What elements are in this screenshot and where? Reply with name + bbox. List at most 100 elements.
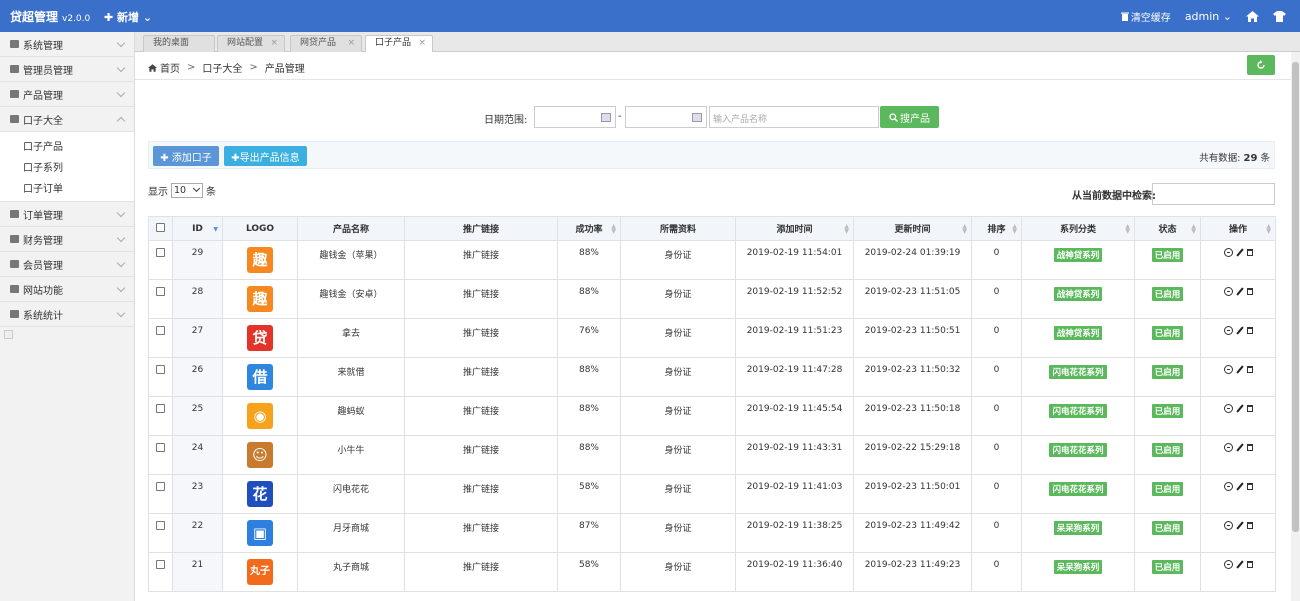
sidebar-item-members[interactable]: 会员管理 [0,252,134,277]
delete-icon[interactable] [1246,288,1253,295]
sidebar-subitem-kouzi-series[interactable]: 口子系列 [0,156,134,177]
delete-icon[interactable] [1246,561,1253,568]
delete-icon[interactable] [1246,522,1253,529]
row-checkbox[interactable] [156,404,165,413]
status-badge[interactable]: 已启用 [1151,404,1184,418]
skin-button[interactable] [1273,10,1286,22]
page-scrollbar[interactable] [1291,52,1300,601]
clear-cache-button[interactable]: 清空缓存 [1120,9,1171,24]
tab-site-config[interactable]: 网站配置 × [217,35,285,52]
page-length-select[interactable]: 10 [171,183,203,198]
promo-link[interactable]: 推广链接 [404,357,558,397]
promo-link[interactable]: 推广链接 [404,474,558,514]
disable-icon[interactable] [1223,365,1233,374]
sidebar-item-system[interactable]: 系统管理 [0,32,134,57]
edit-icon[interactable] [1235,287,1244,296]
export-button[interactable]: ✚导出产品信息 [224,146,307,166]
close-icon[interactable]: × [270,36,278,51]
breadcrumb-home[interactable]: 首页 [160,60,180,75]
row-checkbox[interactable] [156,287,165,296]
new-menu-button[interactable]: ✚ 新增 ⌄ [104,9,152,25]
delete-icon[interactable] [1246,366,1253,373]
promo-link[interactable]: 推广链接 [404,435,558,475]
sidebar-item-products[interactable]: 产品管理 [0,82,134,107]
table-row[interactable]: 26 借来就借 推广链接 88% 身份证 2019-02-19 11:47:28 2019-… [148,357,1276,397]
disable-icon[interactable] [1223,404,1233,413]
column-header[interactable]: ID ▼ [172,216,223,241]
breadcrumb-level1[interactable]: 口子大全 [202,60,242,75]
status-badge[interactable]: 已启用 [1151,521,1184,535]
select-all-checkbox[interactable] [156,223,165,232]
status-badge[interactable]: 已启用 [1151,287,1184,301]
admin-menu[interactable]: admin ⌄ [1185,10,1232,23]
row-checkbox[interactable] [156,248,165,257]
disable-icon[interactable] [1223,560,1233,569]
table-row[interactable]: 24 ☺ 小牛牛 推广链接 88% 身份证 2019-02-19 11:43:31 2019-… [148,435,1276,475]
disable-icon[interactable] [1223,443,1233,452]
promo-link[interactable]: 推广链接 [404,513,558,553]
status-badge[interactable]: 已启用 [1151,365,1184,379]
table-row[interactable]: 21 丸子 丸子商城 推广链接 58% 身份证 2019-02-19 11:36:40 201… [148,552,1276,592]
table-row[interactable]: 25 ◉ 趣蚂蚁 推广链接 88% 身份证 2019-02-19 11:45:54 2019-… [148,396,1276,436]
column-header[interactable]: 操作 ▲ ▼ [1200,216,1276,241]
date-end-input[interactable] [625,106,707,128]
row-checkbox[interactable] [156,560,165,569]
edit-icon[interactable] [1235,326,1244,335]
delete-icon[interactable] [1246,327,1253,334]
status-badge[interactable]: 已启用 [1151,560,1184,574]
sidebar-subitem-kouzi-products[interactable]: 口子产品 [0,135,134,156]
filter-input[interactable] [1152,183,1275,205]
promo-link[interactable]: 推广链接 [404,279,558,319]
disable-icon[interactable] [1223,326,1233,335]
delete-icon[interactable] [1246,249,1253,256]
edit-icon[interactable] [1235,404,1244,413]
promo-link[interactable]: 推广链接 [404,552,558,592]
tab-desktop[interactable]: 我的桌面 [143,35,215,52]
table-row[interactable]: 28 趣趣钱金（安卓） 推广链接 88% 身份证 2019-02-19 11:52:52 2… [148,279,1276,319]
edit-icon[interactable] [1235,248,1244,257]
table-row[interactable]: 22 ▣ 月牙商城 推广链接 87% 身份证 2019-02-19 11:38:25 2019… [148,513,1276,553]
edit-icon[interactable] [1235,482,1244,491]
home-button[interactable] [1246,10,1259,22]
status-badge[interactable]: 已启用 [1151,248,1184,262]
edit-icon[interactable] [1235,521,1244,530]
disable-icon[interactable] [1223,287,1233,296]
edit-icon[interactable] [1235,560,1244,569]
close-icon[interactable]: × [347,36,355,51]
disable-icon[interactable] [1223,248,1233,257]
table-row[interactable]: 27 贷拿去 推广链接 76% 身份证 2019-02-19 11:51:23 2019-0… [148,318,1276,358]
disable-icon[interactable] [1223,521,1233,530]
sidebar-item-stats[interactable]: 系统统计 [0,302,134,327]
row-checkbox[interactable] [156,482,165,491]
date-start-input[interactable] [534,106,616,128]
table-row[interactable]: 23 花闪电花花 推广链接 58% 身份证 2019-02-19 11:41:03 2019… [148,474,1276,514]
column-header[interactable]: 添加时间 ▲ ▼ [735,216,854,241]
column-header[interactable]: 成功率 ▲ ▼ [557,216,621,241]
row-checkbox[interactable] [156,365,165,374]
sidebar-subitem-kouzi-orders[interactable]: 口子订单 [0,177,134,198]
column-header[interactable]: 状态 ▲ ▼ [1134,216,1201,241]
delete-icon[interactable] [1246,405,1253,412]
product-name-input[interactable]: 输入产品名称 [709,106,879,128]
sidebar-item-finance[interactable]: 财务管理 [0,227,134,252]
tab-loan-products[interactable]: 网贷产品 × [290,35,362,52]
edit-icon[interactable] [1235,365,1244,374]
sidebar-item-kouzi[interactable]: 口子大全 [0,107,134,132]
add-kouzi-button[interactable]: ✚ 添加口子 [153,146,219,166]
row-checkbox[interactable] [156,521,165,530]
column-header[interactable]: 系列分类 ▲ ▼ [1021,216,1135,241]
status-badge[interactable]: 已启用 [1151,443,1184,457]
delete-icon[interactable] [1246,444,1253,451]
promo-link[interactable]: 推广链接 [404,240,558,280]
sidebar-item-orders[interactable]: 订单管理 [0,202,134,227]
refresh-button[interactable] [1247,55,1275,75]
sidebar-item-site[interactable]: 网站功能 [0,277,134,302]
row-checkbox[interactable] [156,326,165,335]
promo-link[interactable]: 推广链接 [404,396,558,436]
table-row[interactable]: 29 趣趣钱金（苹果） 推广链接 88% 身份证 2019-02-19 11:54:01 2… [148,240,1276,280]
row-checkbox[interactable] [156,443,165,452]
tab-kouzi-products[interactable]: 口子产品 × [365,35,433,53]
disable-icon[interactable] [1223,482,1233,491]
column-header[interactable]: 更新时间 ▲ ▼ [853,216,972,241]
status-badge[interactable]: 已启用 [1151,326,1184,340]
